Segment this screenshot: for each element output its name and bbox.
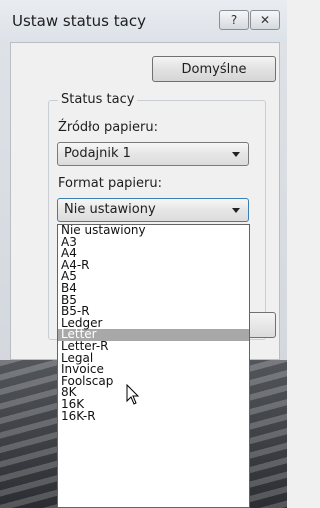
close-button[interactable]: ✕ — [250, 10, 280, 30]
dropdown-option[interactable]: A3 — [58, 236, 249, 249]
close-icon: ✕ — [259, 13, 271, 27]
help-button[interactable]: ? — [219, 10, 249, 30]
title-bar: Ustaw status tacy ? ✕ — [0, 0, 287, 42]
help-icon: ? — [230, 13, 238, 27]
dropdown-option[interactable]: Foolscap — [58, 375, 249, 388]
dropdown-option[interactable]: A4-R — [58, 259, 249, 272]
dropdown-option[interactable]: A5 — [58, 271, 249, 283]
mouse-pointer-icon — [126, 384, 140, 405]
group-title: Status tacy — [58, 92, 138, 107]
dropdown-option[interactable]: 16K-R — [58, 410, 249, 423]
paper-format-value: Nie ustawiony — [64, 202, 156, 217]
paper-source-value: Podajnik 1 — [64, 146, 131, 161]
paper-format-label: Format papieru: — [58, 176, 162, 191]
dropdown-option[interactable]: B4 — [58, 282, 249, 295]
paper-source-label: Źródło papieru: — [58, 120, 158, 135]
dropdown-option[interactable]: 8K — [58, 387, 249, 399]
default-button[interactable]: Domyślne — [152, 56, 276, 82]
chevron-down-icon — [232, 152, 240, 157]
paper-format-dropdown[interactable]: Nie ustawiony A3 A4 A4-R A5 B4 B5 B5-R L… — [57, 224, 250, 508]
dropdown-option[interactable]: Nie ustawiony — [58, 225, 249, 237]
chevron-down-icon — [232, 208, 240, 213]
paper-source-select[interactable]: Podajnik 1 — [57, 142, 249, 166]
paper-format-select[interactable]: Nie ustawiony — [57, 198, 249, 222]
window-title: Ustaw status tacy — [12, 12, 146, 30]
